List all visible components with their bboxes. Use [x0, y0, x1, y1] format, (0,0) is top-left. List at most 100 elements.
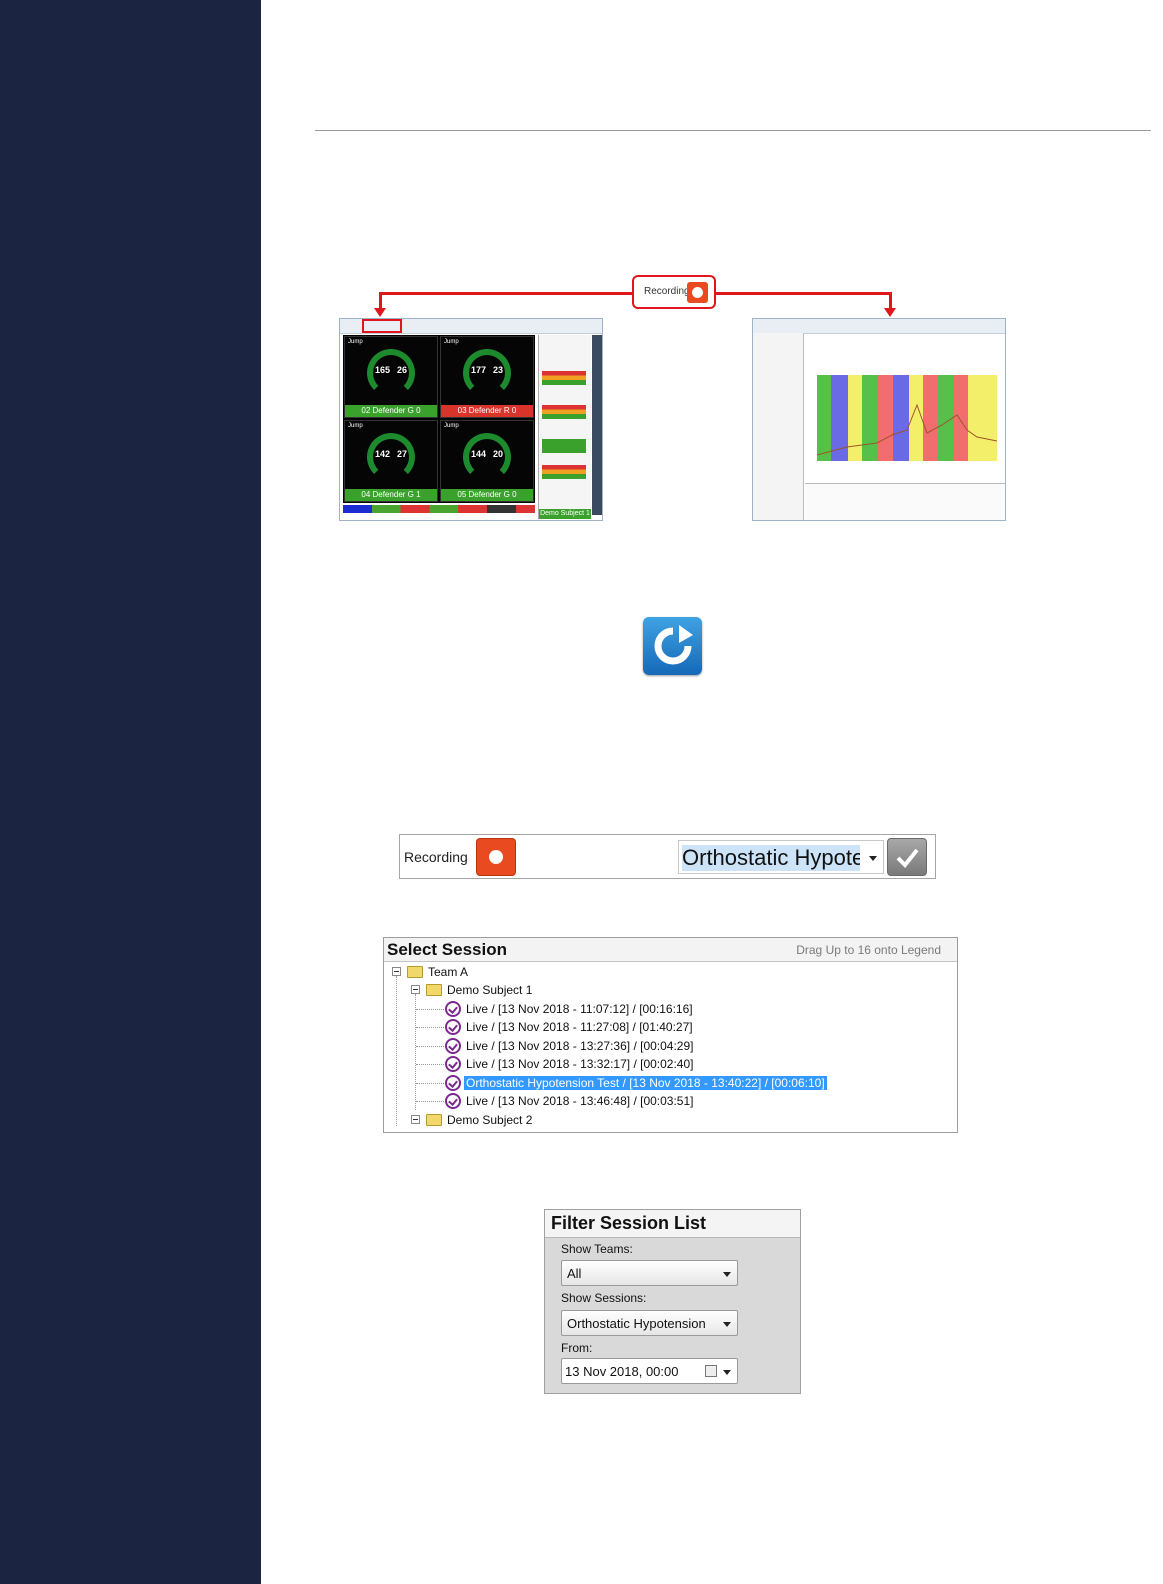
mini-chart [542, 439, 586, 453]
panel-header: Select Session Drag Up to 16 onto Legend [384, 938, 957, 962]
from-label: From: [561, 1341, 593, 1355]
connector-line [716, 292, 892, 295]
recording-callout-label: Recording [644, 286, 690, 297]
session-check-icon [445, 1019, 461, 1035]
sessions-value: Orthostatic Hypotension [567, 1316, 706, 1331]
confirm-button[interactable] [887, 838, 927, 876]
tile-name: 03 Defender [457, 406, 502, 415]
session-check-icon [445, 1056, 461, 1072]
teams-dropdown[interactable]: All [561, 1260, 738, 1286]
session-check-icon [445, 1038, 461, 1054]
tile-code: G 0 [407, 406, 421, 415]
tree-session[interactable]: Live / [13 Nov 2018 - 13:46:48] / [00:03… [444, 1092, 864, 1110]
tree-guide [416, 1027, 444, 1028]
tile-header: Jump [348, 339, 363, 345]
panel-hint: Drag Up to 16 onto Legend [796, 943, 941, 957]
thumbnail-bottom-pane [805, 483, 1005, 520]
player-tile: Jump 165 26 02 Defender G 0 [344, 336, 438, 418]
tile-name: 05 Defender [457, 490, 502, 499]
session-check-icon [445, 1075, 461, 1091]
tree-session-selected[interactable]: Orthostatic Hypotension Test / [13 Nov 2… [444, 1074, 864, 1092]
tile-hr: 177 [471, 365, 487, 375]
session-type-select[interactable]: Orthostatic Hypotension Test [678, 840, 884, 874]
player-tile: Jump 144 20 05 Defender G 0 [440, 420, 534, 502]
session-label: Live / [13 Nov 2018 - 13:32:17] / [00:02… [466, 1057, 694, 1071]
tile-name: 02 Defender [361, 406, 406, 415]
tree-team[interactable]: Team A [390, 963, 590, 981]
tile-hr: 142 [375, 449, 391, 459]
player-tile: Jump 142 27 04 Defender G 1 [344, 420, 438, 502]
session-check-icon [445, 1001, 461, 1017]
horizontal-rule [315, 130, 1151, 131]
tile-hr: 144 [471, 449, 487, 459]
teams-label: Show Teams: [561, 1242, 633, 1256]
subject-label: Demo Subject 1 [447, 983, 533, 997]
chart-trace [817, 403, 997, 456]
tile-name-bar: 02 Defender G 0 [345, 405, 437, 417]
side-subject-label: Demo Subject 1 [539, 509, 591, 519]
tile-br: 23 [493, 365, 504, 375]
select-session-panel: Select Session Drag Up to 16 onto Legend… [383, 937, 958, 1133]
tile-header: Jump [444, 339, 459, 345]
recording-callout: Recording [632, 275, 716, 309]
player-tile: Jump 177 23 03 Defender R 0 [440, 336, 534, 418]
folder-icon [407, 966, 423, 978]
arrow-down-icon [884, 308, 896, 317]
folder-icon [426, 984, 442, 996]
tree-guide [416, 1009, 444, 1010]
tree-guide [416, 1083, 444, 1084]
collapse-icon[interactable] [392, 967, 401, 976]
tree-guide [415, 994, 416, 1110]
tree-guide [416, 1046, 444, 1047]
tree-guide [416, 1101, 444, 1102]
tree-subject[interactable]: Demo Subject 2 [409, 1111, 609, 1129]
session-label: Live / [13 Nov 2018 - 11:07:12] / [00:16… [466, 1002, 693, 1016]
tile-name-bar: 03 Defender R 0 [441, 405, 533, 417]
live-dashboard-thumbnail: Jump 165 26 02 Defender G 0 Jump 177 23 … [339, 318, 603, 521]
refresh-icon[interactable] [643, 617, 702, 675]
arrow-down-icon [374, 308, 386, 317]
calendar-icon[interactable] [705, 1365, 717, 1377]
session-type-value: Orthostatic Hypotension Test [682, 845, 860, 871]
thumbnail-bottom-strip [343, 505, 535, 513]
thumbnail-side-tabs [592, 335, 602, 515]
recording-label: Recording [404, 849, 468, 865]
session-label: Live / [13 Nov 2018 - 13:46:48] / [00:03… [466, 1094, 694, 1108]
record-button[interactable] [476, 838, 516, 876]
collapse-icon[interactable] [411, 1115, 420, 1124]
toolbar-highlight-box [362, 319, 402, 333]
thumbnail-toolbar [753, 319, 1005, 334]
sessions-dropdown[interactable]: Orthostatic Hypotension [561, 1310, 738, 1336]
subject-label: Demo Subject 2 [447, 1113, 533, 1127]
tile-name: 04 Defender [361, 490, 406, 499]
record-icon [687, 282, 708, 303]
player-tile-grid: Jump 165 26 02 Defender G 0 Jump 177 23 … [343, 335, 535, 503]
session-check-icon [445, 1093, 461, 1109]
mini-chart [542, 465, 586, 479]
tree-session[interactable]: Live / [13 Nov 2018 - 13:32:17] / [00:02… [444, 1055, 864, 1073]
tree-subject[interactable]: Demo Subject 1 [409, 981, 609, 999]
tile-header: Jump [444, 423, 459, 429]
chevron-down-icon [723, 1322, 731, 1327]
connector-line [379, 292, 632, 295]
filter-session-panel: Filter Session List Show Teams: All Show… [544, 1209, 801, 1394]
tree-session[interactable]: Live / [13 Nov 2018 - 13:27:36] / [00:04… [444, 1037, 864, 1055]
thumbnail-side-panel: Demo Subject 1 [538, 335, 591, 519]
from-date-picker[interactable]: 13 Nov 2018, 00:00 [561, 1358, 738, 1384]
sessions-label: Show Sessions: [561, 1291, 647, 1305]
team-label: Team A [428, 965, 469, 979]
review-chart-thumbnail [752, 318, 1006, 521]
recording-toolbar: Recording Orthostatic Hypotension Test [399, 834, 936, 879]
session-label: Live / [13 Nov 2018 - 13:27:36] / [00:04… [466, 1039, 694, 1053]
tile-br: 27 [397, 449, 408, 459]
tree-guide [396, 976, 397, 1126]
tree-session[interactable]: Live / [13 Nov 2018 - 11:27:08] / [01:40… [444, 1018, 864, 1036]
session-label: Live / [13 Nov 2018 - 11:27:08] / [01:40… [466, 1020, 693, 1034]
collapse-icon[interactable] [411, 985, 420, 994]
session-label: Orthostatic Hypotension Test / [13 Nov 2… [464, 1076, 827, 1090]
mini-chart [542, 371, 586, 385]
panel-title: Filter Session List [551, 1213, 707, 1233]
teams-value: All [567, 1266, 582, 1281]
tree-session[interactable]: Live / [13 Nov 2018 - 11:07:12] / [00:16… [444, 1000, 864, 1018]
tile-header: Jump [348, 423, 363, 429]
